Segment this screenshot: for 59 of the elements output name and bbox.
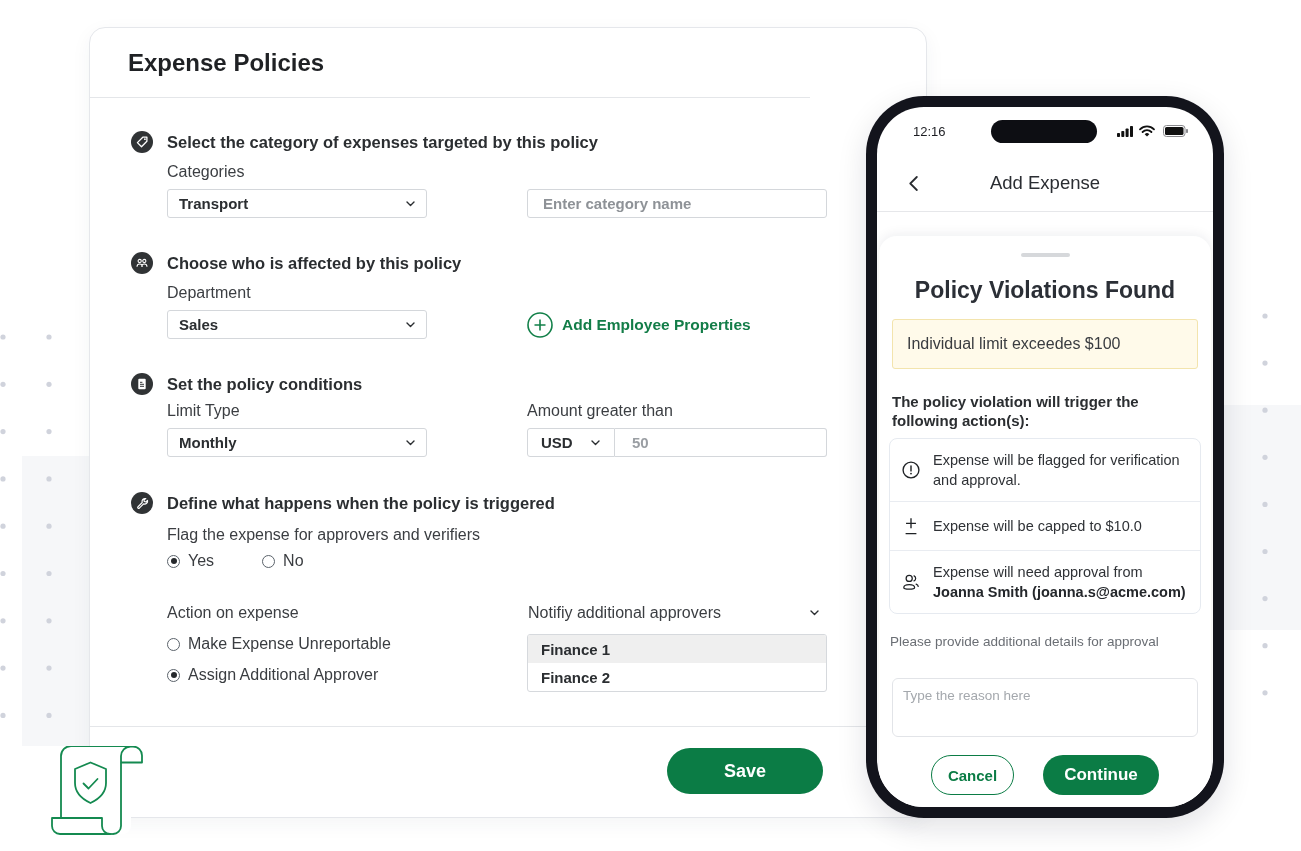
card-title: Expense Policies: [128, 47, 325, 78]
field-label: Categories: [167, 162, 245, 182]
chevron-down-icon: [591, 439, 600, 446]
tag-icon: [131, 131, 153, 153]
chevron-down-icon: [406, 200, 415, 207]
radio-button[interactable]: [167, 554, 180, 568]
currency-select[interactable]: USD: [527, 428, 615, 457]
save-button[interactable]: Save: [667, 748, 823, 794]
wifi-icon: [1139, 125, 1155, 137]
signal-icon: [1117, 125, 1133, 137]
action-text: Expense will be flagged for verification and approval.: [933, 451, 1181, 490]
wrench-icon: [131, 492, 153, 514]
option-label[interactable]: Yes: [188, 552, 215, 570]
section-heading: Choose who is affected by this policy: [167, 253, 462, 274]
field-label: Notifiy additional approvers: [528, 603, 721, 623]
section-heading: Define what happens when the policy is triggered: [167, 493, 555, 514]
drag-handle[interactable]: [1020, 253, 1070, 257]
cancel-button[interactable]: Cancel: [931, 755, 1014, 795]
alert-banner: Individual limit exceedes $100: [892, 319, 1198, 369]
screen-title: Add Expense: [989, 172, 1101, 194]
action-text: Expense will be capped to $10.0: [933, 517, 1142, 536]
battery-icon: [1163, 125, 1188, 137]
field-label: Department: [167, 283, 251, 303]
people-icon: [902, 573, 920, 591]
chevron-down-icon[interactable]: [810, 610, 819, 616]
chevron-down-icon: [406, 439, 415, 446]
list-option[interactable]: Finance 2: [528, 663, 826, 691]
chevron-down-icon: [406, 321, 415, 328]
alert-circle-icon: [902, 461, 920, 479]
radio-button[interactable]: [167, 668, 180, 682]
reason-field[interactable]: Type the reason here: [892, 678, 1198, 737]
action-text: Expense will need approval from Joanna Smith (joanna.s@acme.com): [933, 563, 1186, 602]
section-heading: Select the category of expenses targeted by this policy: [167, 132, 598, 153]
category-select[interactable]: Transport: [167, 189, 427, 218]
radio-button[interactable]: [262, 554, 276, 568]
amount-field[interactable]: 50: [615, 428, 827, 457]
field-label: Action on expense: [167, 603, 299, 623]
section-heading: Set the policy conditions: [167, 374, 363, 395]
option-label[interactable]: Make Expense Unreportable: [188, 635, 391, 653]
actions-heading: The policy violation will trigger the following action(s):: [892, 392, 1140, 430]
status-time: 12:16: [913, 123, 946, 139]
add-properties-link[interactable]: Add Employee Properties: [527, 310, 751, 339]
document-icon: [131, 373, 153, 395]
option-label[interactable]: Assign Additional Approver: [188, 666, 379, 684]
sheet-title: Policy Violations Found: [913, 276, 1177, 304]
field-label: Flag the expense for approvers and verifiers: [167, 525, 481, 545]
people-icon: [131, 252, 153, 274]
field-label: Amount greater than: [527, 401, 673, 421]
radio-button[interactable]: [167, 637, 180, 651]
details-label: Please provide additional details for approval: [890, 633, 1159, 651]
plus-circle-icon: [527, 311, 553, 338]
category-name-field[interactable]: Enter category name: [527, 189, 827, 218]
limit-type-select[interactable]: Monthly: [167, 428, 427, 457]
department-select[interactable]: Sales: [167, 310, 427, 339]
continue-button[interactable]: Continue: [1043, 755, 1159, 795]
list-option[interactable]: Finance 1: [528, 635, 826, 663]
back-icon[interactable]: [909, 175, 918, 191]
option-label[interactable]: No: [283, 552, 304, 570]
field-label: Limit Type: [167, 401, 240, 421]
